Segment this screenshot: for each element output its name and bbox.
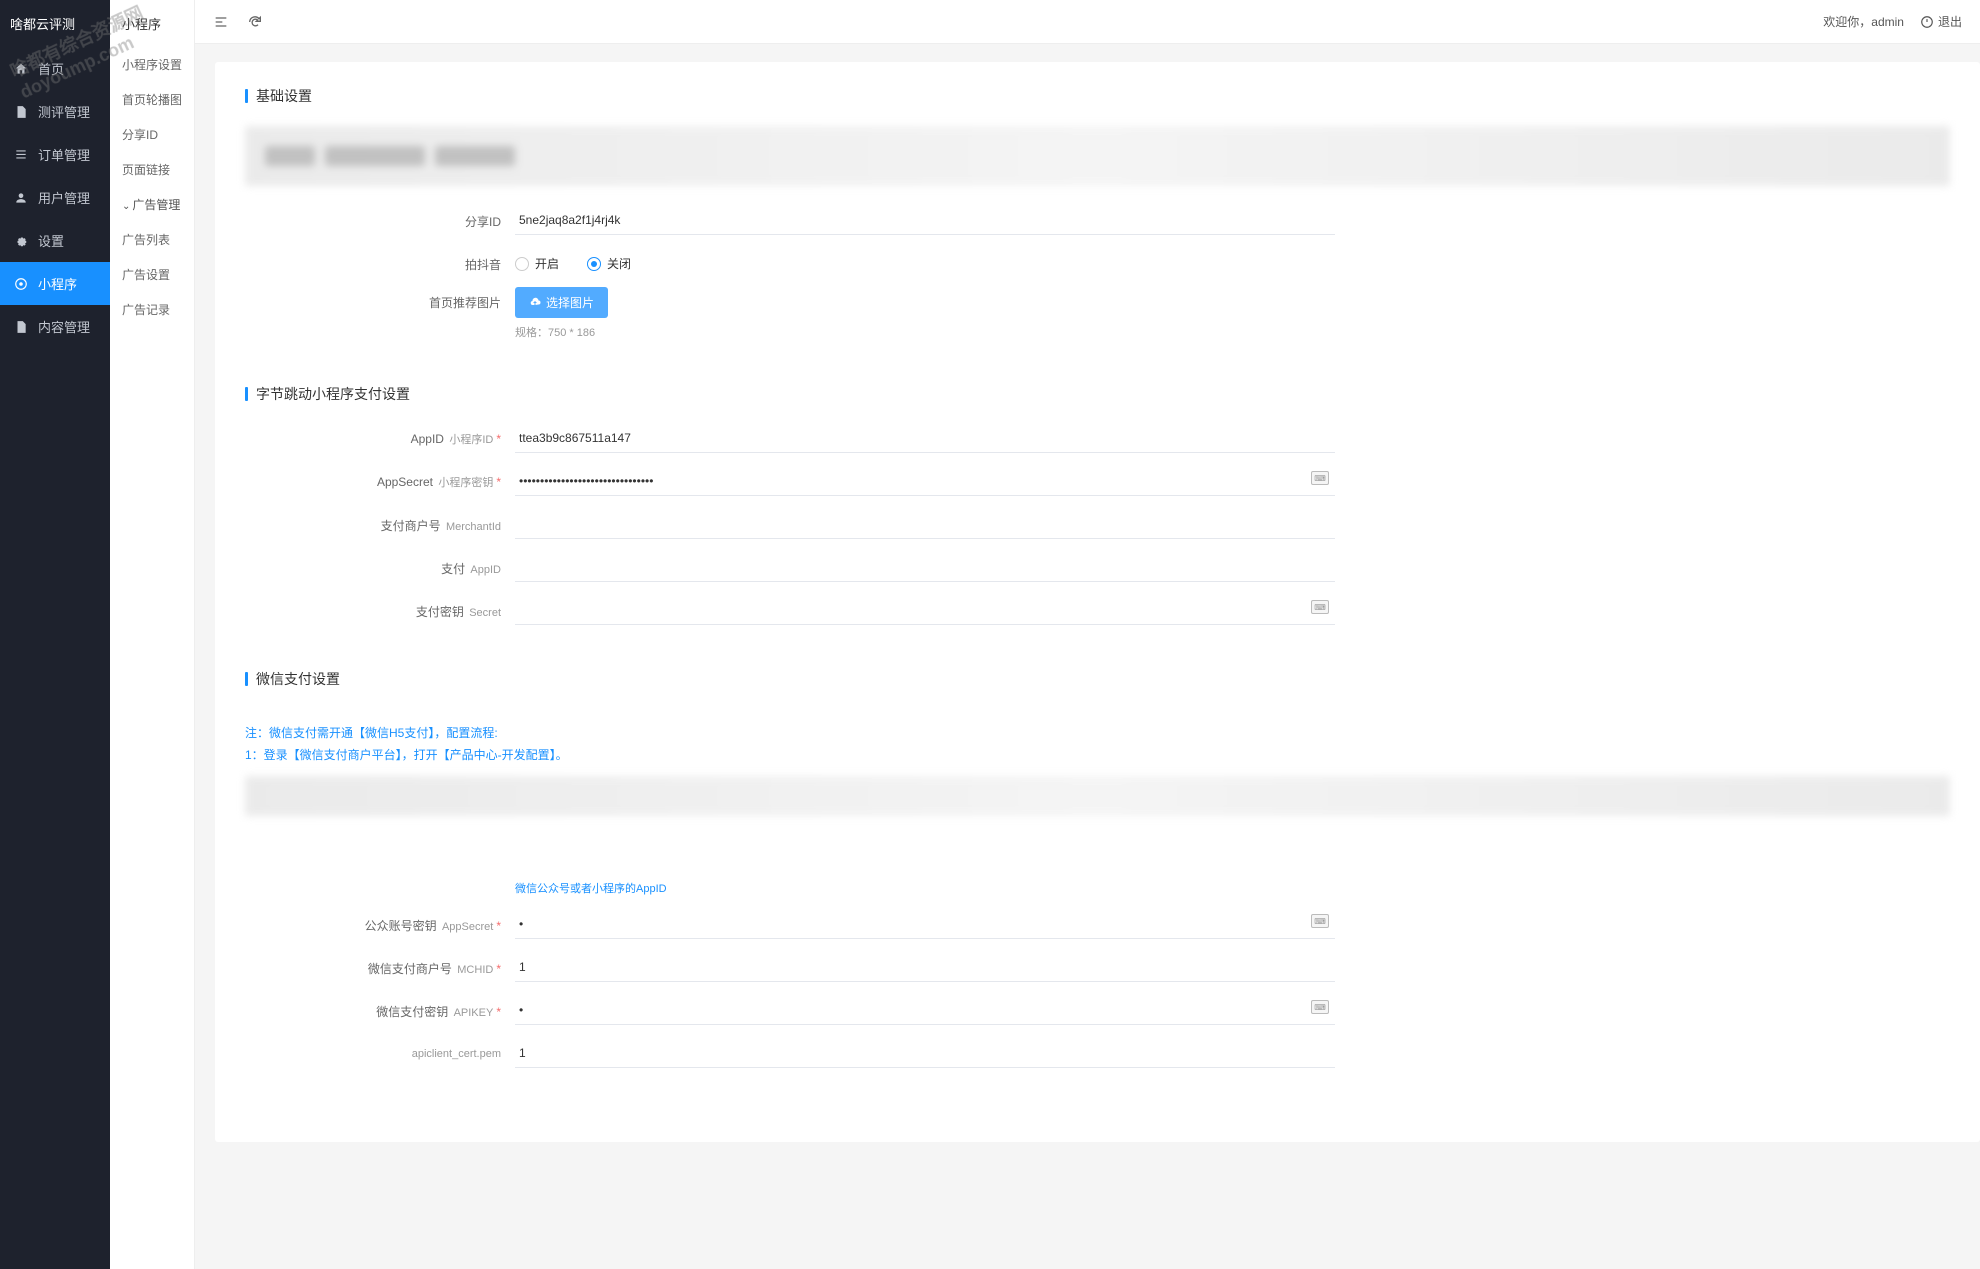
label-wx-cert: apiclient_cert.pem xyxy=(245,1039,515,1060)
refresh-icon[interactable] xyxy=(247,14,263,30)
input-bd-secret[interactable] xyxy=(515,467,1335,496)
subnav-miniapp-settings[interactable]: 小程序设置 xyxy=(110,47,194,82)
label-douyin: 拍抖音 xyxy=(245,249,515,273)
input-wx-cert[interactable] xyxy=(515,1039,1335,1068)
label-bd-pay-appid: 支付 AppID xyxy=(245,553,515,577)
label-home-image: 首页推荐图片 xyxy=(245,287,515,311)
nav-review[interactable]: 测评管理 xyxy=(0,90,110,133)
sub-sidebar: 小程序 小程序设置 首页轮播图 分享ID 页面链接 广告管理 广告列表 广告设置… xyxy=(110,0,195,1269)
label-bd-merchant: 支付商户号 MerchantId xyxy=(245,510,515,534)
blurred-region xyxy=(245,126,1950,186)
subnav-page-link[interactable]: 页面链接 xyxy=(110,152,194,187)
radio-douyin-close[interactable]: 关闭 xyxy=(587,255,631,272)
upload-image-button[interactable]: 选择图片 xyxy=(515,287,608,318)
list-icon xyxy=(14,148,28,162)
input-wx-apikey[interactable] xyxy=(515,996,1335,1025)
label-wx-apikey: 微信支付密钥 APIKEY* xyxy=(245,996,515,1020)
subnav-ad-settings[interactable]: 广告设置 xyxy=(110,257,194,292)
keyboard-icon[interactable]: ⌨ xyxy=(1311,600,1329,614)
gear-icon xyxy=(14,234,28,248)
keyboard-icon[interactable]: ⌨ xyxy=(1311,471,1329,485)
input-wx-mchid[interactable] xyxy=(515,953,1335,982)
input-wx-appsecret[interactable] xyxy=(515,910,1335,939)
app-logo: 啥都云评测 xyxy=(0,0,110,47)
cloud-upload-icon xyxy=(529,297,541,309)
section-title-wechat: 微信支付设置 xyxy=(245,669,1950,689)
nav-home[interactable]: 首页 xyxy=(0,47,110,90)
keyboard-icon[interactable]: ⌨ xyxy=(1311,914,1329,928)
subnav-ad-record[interactable]: 广告记录 xyxy=(110,292,194,327)
input-bd-pay-secret[interactable] xyxy=(515,596,1335,625)
nav-settings[interactable]: 设置 xyxy=(0,219,110,262)
welcome-text: 欢迎你，admin xyxy=(1823,13,1904,30)
label-wx-mchid: 微信支付商户号 MCHID* xyxy=(245,953,515,977)
label-bd-secret: AppSecret 小程序密钥* xyxy=(245,467,515,490)
subnav-ad-manage[interactable]: 广告管理 xyxy=(110,187,194,222)
image-size-hint: 规格：750 * 186 xyxy=(515,324,1335,340)
keyboard-icon[interactable]: ⌨ xyxy=(1311,1000,1329,1014)
subnav-home-carousel[interactable]: 首页轮播图 xyxy=(110,82,194,117)
nav-order[interactable]: 订单管理 xyxy=(0,133,110,176)
input-bd-merchant[interactable] xyxy=(515,510,1335,539)
user-icon xyxy=(14,191,28,205)
nav-miniapp[interactable]: 小程序 xyxy=(0,262,110,305)
radio-douyin-open[interactable]: 开启 xyxy=(515,255,559,272)
home-icon xyxy=(14,62,28,76)
collapse-icon[interactable] xyxy=(213,14,229,30)
logout-button[interactable]: 退出 xyxy=(1920,13,1962,30)
input-bd-pay-appid[interactable] xyxy=(515,553,1335,582)
app-icon xyxy=(14,277,28,291)
doc-icon xyxy=(14,105,28,119)
doc-icon xyxy=(14,320,28,334)
input-share-id[interactable] xyxy=(515,206,1335,235)
topbar: 欢迎你，admin 退出 xyxy=(195,0,1980,44)
label-bd-pay-secret: 支付密钥 Secret xyxy=(245,596,515,620)
wx-appid-hint: 微信公众号或者小程序的AppID xyxy=(515,880,1335,896)
section-title-basic: 基础设置 xyxy=(245,86,1950,106)
input-bd-appid[interactable] xyxy=(515,424,1335,453)
main-sidebar: 啥都云评测 首页 测评管理 订单管理 用户管理 设置 xyxy=(0,0,110,1269)
nav-content[interactable]: 内容管理 xyxy=(0,305,110,348)
label-bd-appid: AppID 小程序ID* xyxy=(245,424,515,447)
sub-nav: 小程序设置 首页轮播图 分享ID 页面链接 广告管理 广告列表 广告设置 广告记… xyxy=(110,47,194,327)
radio-icon xyxy=(587,257,601,271)
main-nav: 首页 测评管理 订单管理 用户管理 设置 小程序 xyxy=(0,47,110,348)
section-title-bytedance: 字节跳动小程序支付设置 xyxy=(245,384,1950,404)
subnav-share-id[interactable]: 分享ID xyxy=(110,117,194,152)
label-wx-appsecret: 公众账号密钥 AppSecret* xyxy=(245,910,515,934)
wechat-notice: 注：微信支付需开通【微信H5支付】，配置流程: 1：登录【微信支付商户平台】，打… xyxy=(245,709,1950,850)
subnav-ad-list[interactable]: 广告列表 xyxy=(110,222,194,257)
settings-card: 基础设置 分享ID 拍抖音 开启 xyxy=(215,62,1980,1142)
label-share-id: 分享ID xyxy=(245,206,515,230)
nav-user[interactable]: 用户管理 xyxy=(0,176,110,219)
power-icon xyxy=(1920,15,1934,29)
sub-nav-title: 小程序 xyxy=(110,0,194,47)
radio-icon xyxy=(515,257,529,271)
